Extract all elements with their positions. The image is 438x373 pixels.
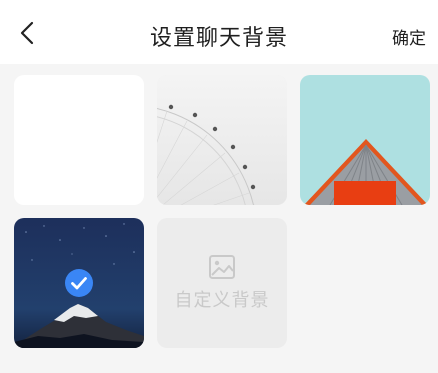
chat-background-screen: 设置聊天背景 确定 自定义背景 xyxy=(0,0,438,373)
custom-background-button[interactable]: 自定义背景 xyxy=(157,218,287,348)
header: 设置聊天背景 确定 xyxy=(0,0,438,64)
background-option-night-mountain[interactable] xyxy=(14,218,144,348)
page-title: 设置聊天背景 xyxy=(149,26,288,51)
image-icon xyxy=(209,255,235,279)
selected-check-icon xyxy=(65,269,93,297)
background-grid: 自定义背景 xyxy=(0,64,438,373)
red-roof-image xyxy=(300,75,430,205)
confirm-button[interactable]: 确定 xyxy=(392,24,426,49)
custom-background-content: 自定义背景 xyxy=(157,254,287,312)
background-option-red-roof[interactable] xyxy=(300,75,430,205)
ferris-wheel-image xyxy=(157,75,287,205)
background-option-plain-white[interactable] xyxy=(14,75,144,205)
custom-background-label: 自定义背景 xyxy=(174,290,270,311)
background-option-ferris-wheel[interactable] xyxy=(157,75,287,205)
